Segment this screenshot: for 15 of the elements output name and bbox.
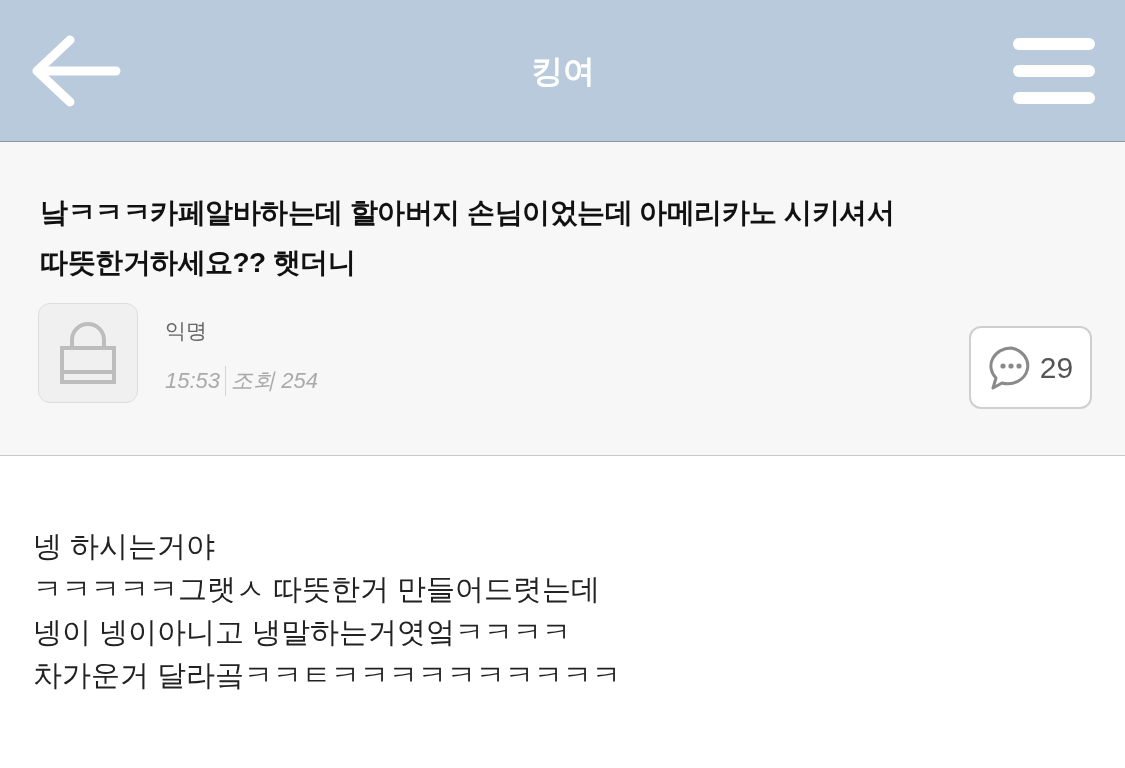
page-title: 킹여 <box>530 51 595 91</box>
comments-button[interactable]: 29 <box>969 326 1092 409</box>
post-text-line: 차가운거 달라곸ㅋㅋㅌㅋㅋㅋㅋㅋㅋㅋㅋㅋㅋ <box>33 658 622 693</box>
back-button[interactable] <box>30 33 122 108</box>
menu-icon <box>1013 37 1095 104</box>
post-time: 15:53 <box>165 367 221 395</box>
back-arrow-icon <box>30 33 122 108</box>
view-count: 조회 254 <box>231 367 318 395</box>
post-text-line: 넹 하시는거야 <box>33 529 216 564</box>
post-text-line: ㅋㅋㅋㅋㅋ그랫ㅅ 따뜻한거 만들어드렷는데 <box>33 572 601 607</box>
post-text-line: 넹이 넹이아니고 냉말하는거엿엌ㅋㅋㅋㅋ <box>33 615 572 650</box>
anonymous-lock-icon <box>38 303 138 403</box>
post-title: 낰ㅋㅋㅋ카페알바하는데 할아버지 손님이었는데 아메리카노 시키셔서 따뜻한거하세요?? 햇더니 <box>40 196 896 280</box>
menu-button[interactable] <box>1013 35 1095 106</box>
author-name: 익명 <box>165 318 208 344</box>
